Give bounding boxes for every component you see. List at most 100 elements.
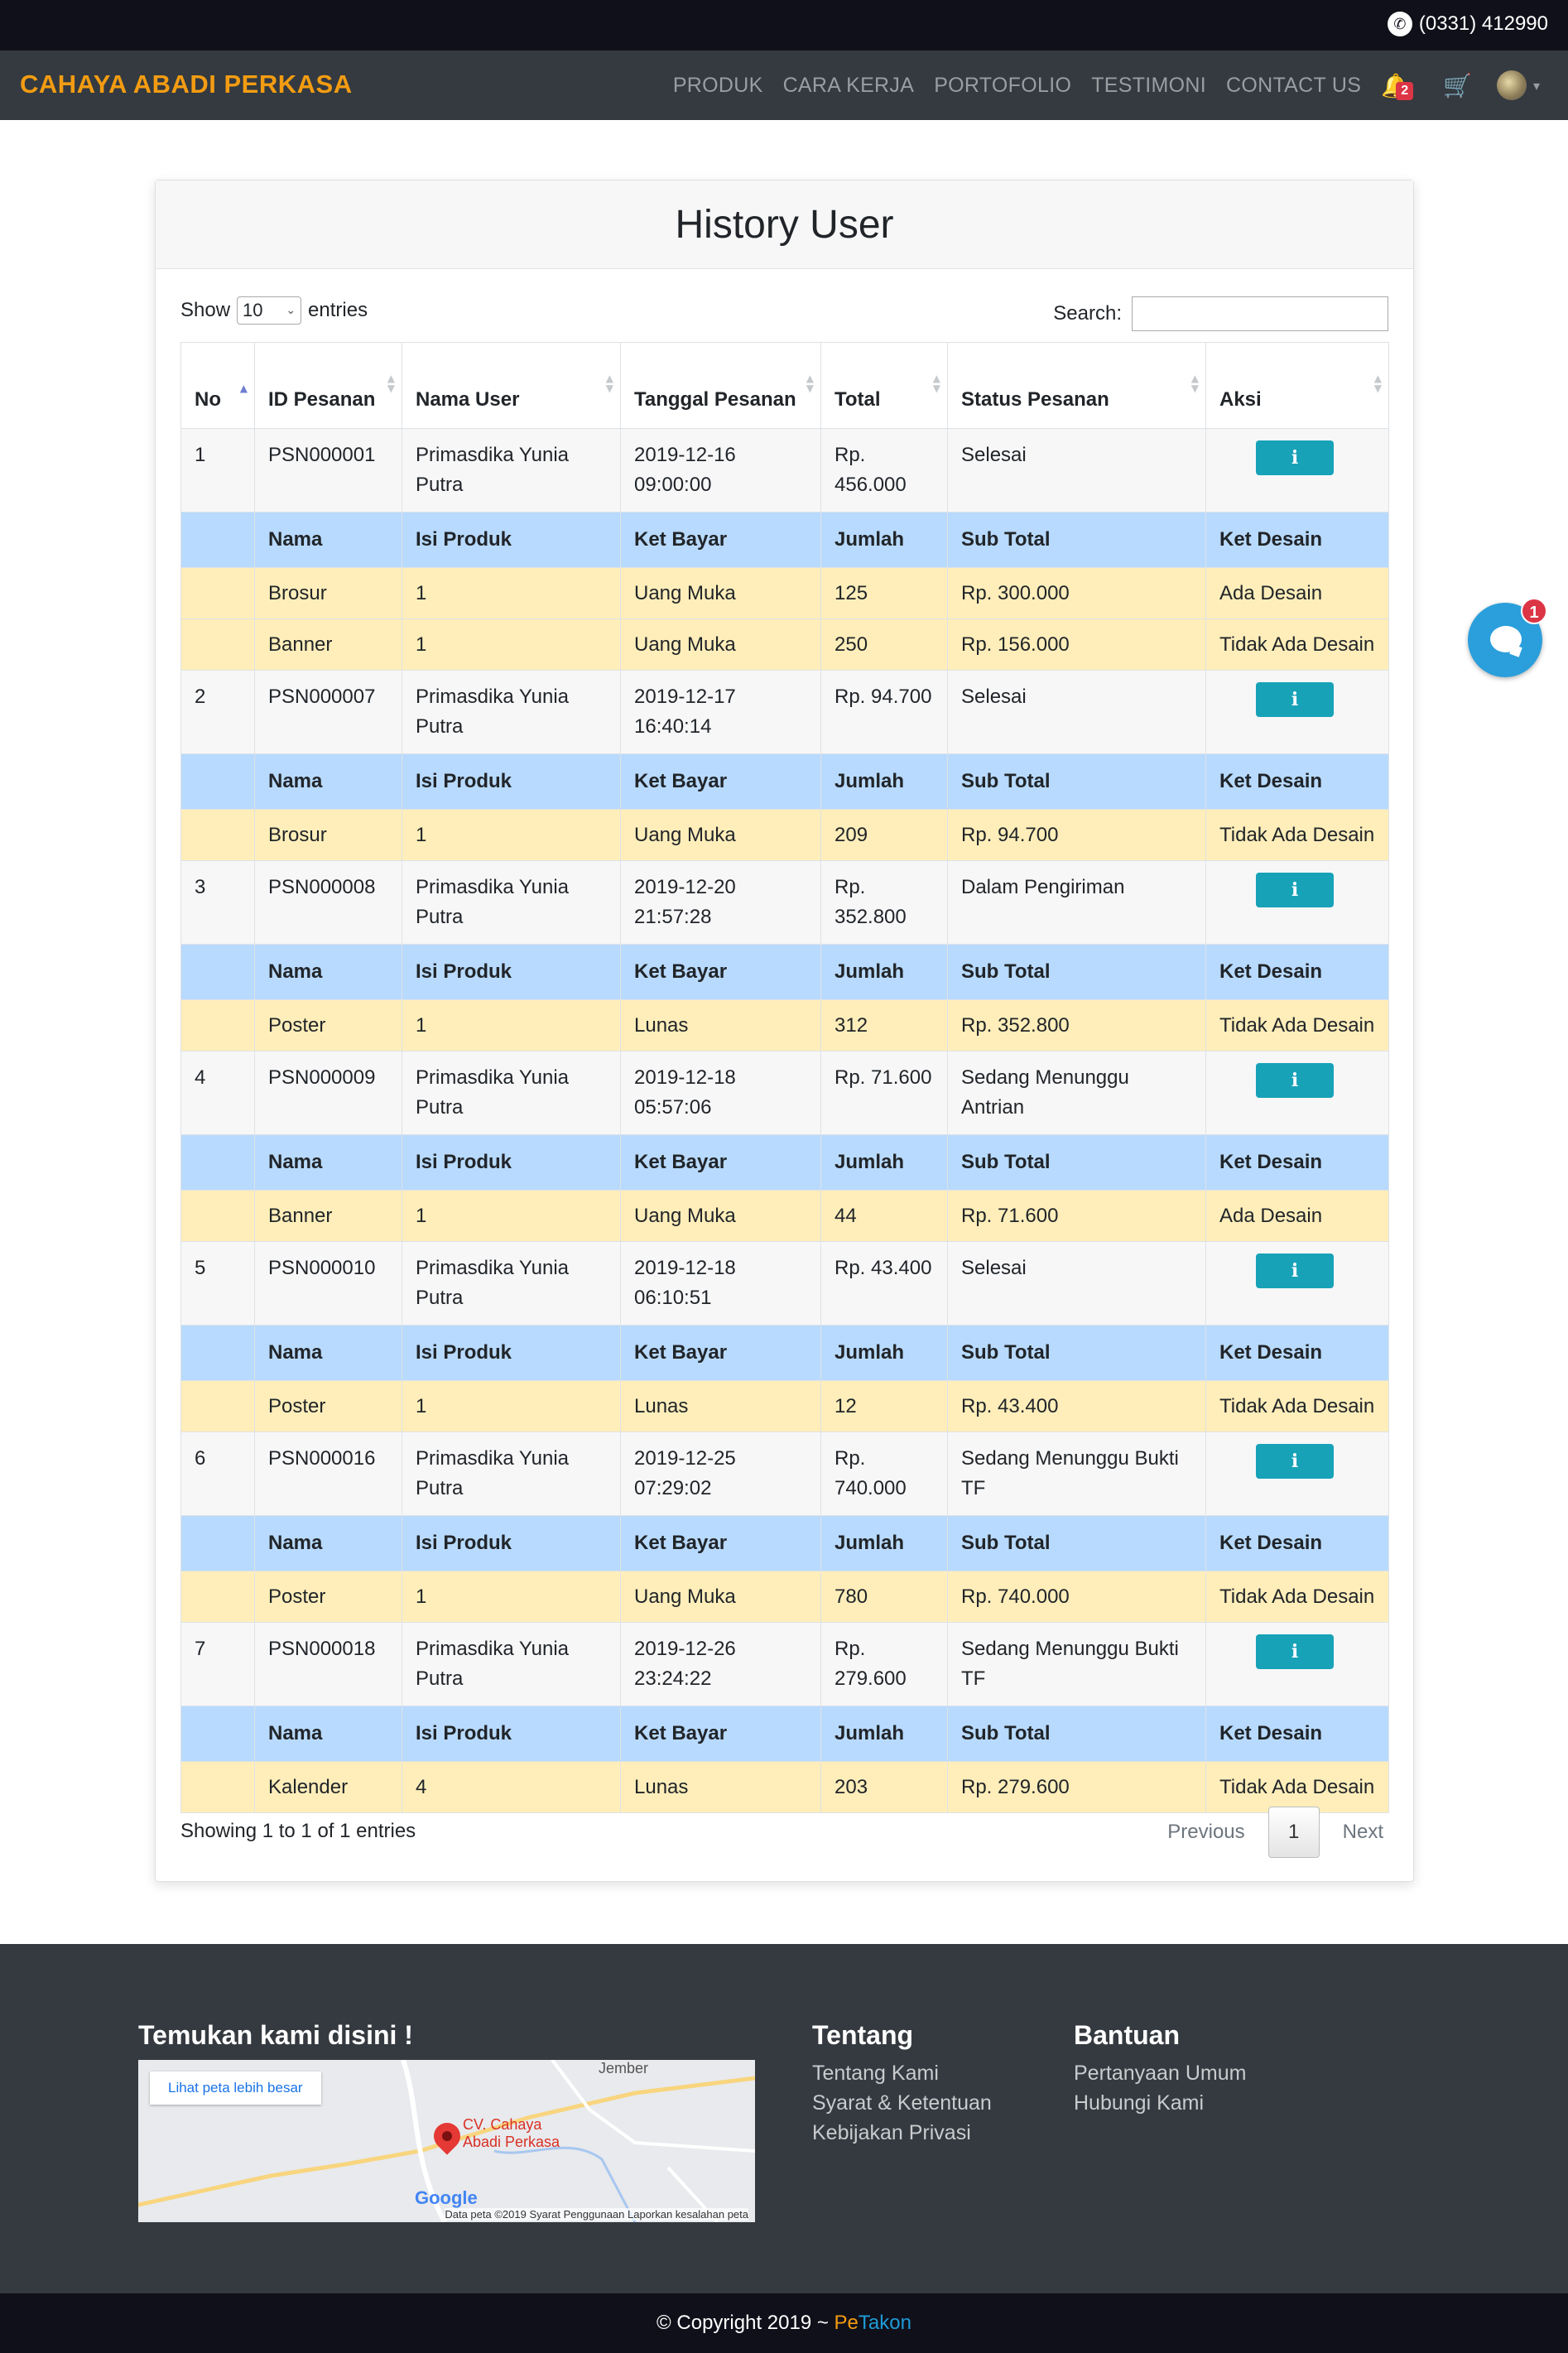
header-status-pesanan[interactable]: Status Pesanan ▲ ▼ (947, 342, 1206, 429)
cell-no: 4 (180, 1051, 255, 1135)
navbar: CAHAYA ABADI PERKASA PRODUK CARA KERJA P… (0, 51, 1568, 120)
header-no[interactable]: No ▲ (180, 342, 255, 429)
nav-testimoni[interactable]: TESTIMONI (1091, 74, 1206, 98)
item-jumlah: 12 (820, 1380, 948, 1432)
sub-header-cell: Jumlah (820, 1706, 948, 1762)
map-google-logo: Google (415, 2187, 478, 2208)
copyright-brand-pe[interactable]: Pe (835, 2312, 859, 2334)
sub-header-cell: Nama (254, 1706, 402, 1762)
footer-link-tentang-kami[interactable]: Tentang Kami (812, 2062, 939, 2086)
cell-tanggal: 2019-12-18 05:57:06 (620, 1051, 821, 1135)
item-ket-desain: Tidak Ada Desain (1205, 618, 1389, 671)
item-sub-total: Rp. 740.000 (947, 1571, 1206, 1623)
info-button[interactable]: i (1256, 1444, 1334, 1479)
item-ket-bayar: Uang Muka (620, 1571, 821, 1623)
sub-header-cell: Sub Total (947, 753, 1206, 810)
table-info: Showing 1 to 1 of 1 entries (180, 1820, 416, 1842)
phone-contact[interactable]: ✆ (0331) 412990 (1387, 12, 1548, 36)
nav-produk[interactable]: PRODUK (673, 74, 763, 98)
footer-link-syarat[interactable]: Syarat & Ketentuan (812, 2091, 992, 2115)
info-button[interactable]: i (1256, 1063, 1334, 1098)
item-isi-produk: 1 (402, 1380, 621, 1432)
item-ket-desain: Tidak Ada Desain (1205, 1571, 1389, 1623)
nav-contact-us[interactable]: CONTACT US (1226, 74, 1361, 98)
header-id-pesanan[interactable]: ID Pesanan ▲ ▼ (254, 342, 402, 429)
sub-header-cell: Ket Bayar (620, 512, 821, 568)
item-sub-total: Rp. 300.000 (947, 567, 1206, 619)
cart-icon[interactable]: 🛒 (1443, 72, 1472, 99)
sort-icon: ▲ (239, 383, 248, 394)
chat-widget-button[interactable]: 1 (1468, 598, 1547, 677)
avatar[interactable] (1496, 70, 1527, 100)
item-spacer (180, 809, 255, 861)
pagination-previous[interactable]: Previous (1167, 1821, 1244, 1844)
caret-down-icon[interactable]: ▾ (1533, 78, 1540, 94)
item-header-row: Nama Isi Produk Ket Bayar Jumlah Sub Total Ke… (180, 512, 1389, 568)
brand-logo[interactable]: CAHAYA ABADI PERKASA (20, 70, 353, 99)
cell-id-pesanan: PSN000009 (254, 1051, 402, 1135)
footer-link-pertanyaan[interactable]: Pertanyaan Umum (1074, 2062, 1246, 2086)
header-nama-user[interactable]: Nama User ▲ ▼ (402, 342, 621, 429)
cell-aksi: i (1205, 1051, 1389, 1135)
sub-header-cell: Ket Desain (1205, 944, 1389, 1000)
info-button[interactable]: i (1256, 682, 1334, 717)
table-row: 7 PSN000018 Primasdika Yunia Putra 2019-12-… (180, 1622, 1389, 1706)
sub-header-cell: Jumlah (820, 512, 948, 568)
search-input[interactable] (1132, 296, 1388, 331)
pagination-page-1[interactable]: 1 (1267, 1807, 1320, 1858)
cell-total: Rp. 94.700 (820, 670, 948, 754)
header-aksi[interactable]: Aksi ▲ ▼ (1205, 342, 1389, 429)
page-title: History User (156, 180, 1413, 269)
info-button[interactable]: i (1256, 440, 1334, 475)
table-row: 3 PSN000008 Primasdika Yunia Putra 2019-12-… (180, 860, 1389, 945)
map-embed[interactable]: Jember Lihat peta lebih besar CV. Cahaya… (138, 2060, 755, 2222)
help-title: Bantuan (1074, 2020, 1180, 2050)
cell-id-pesanan: PSN000016 (254, 1432, 402, 1516)
table-header-row: No ▲ ID Pesanan ▲ ▼ Nama User ▲ ▼ Tanggal Pes… (180, 342, 1389, 429)
map-larger-link[interactable]: Lihat peta lebih besar (150, 2072, 321, 2105)
item-jumlah: 44 (820, 1190, 948, 1242)
header-total[interactable]: Total ▲ ▼ (820, 342, 948, 429)
nav-cara-kerja[interactable]: CARA KERJA (783, 74, 915, 98)
item-ket-desain: Tidak Ada Desain (1205, 1761, 1389, 1813)
footer-link-kebijakan[interactable]: Kebijakan Privasi (812, 2121, 971, 2145)
phone-icon: ✆ (1387, 12, 1412, 36)
cell-status: Selesai (947, 1241, 1206, 1326)
header-tanggal-pesanan[interactable]: Tanggal Pesanan ▲ ▼ (620, 342, 821, 429)
cell-total: Rp. 71.600 (820, 1051, 948, 1135)
cell-nama-user: Primasdika Yunia Putra (402, 1432, 621, 1516)
info-button[interactable]: i (1256, 1634, 1334, 1669)
item-jumlah: 312 (820, 999, 948, 1051)
cell-id-pesanan: PSN000018 (254, 1622, 402, 1706)
sub-header-cell: Nama (254, 1134, 402, 1191)
nav-portofolio[interactable]: PORTOFOLIO (934, 74, 1071, 98)
footer-link-hubungi[interactable]: Hubungi Kami (1074, 2091, 1204, 2115)
sub-header-cell: Jumlah (820, 944, 948, 1000)
cell-aksi: i (1205, 860, 1389, 945)
cell-no: 6 (180, 1432, 255, 1516)
item-nama: Brosur (254, 809, 402, 861)
notification-badge: 2 (1396, 81, 1414, 100)
show-label: Show (180, 299, 231, 321)
item-jumlah: 203 (820, 1761, 948, 1813)
item-header-row: Nama Isi Produk Ket Bayar Jumlah Sub Total Ke… (180, 1515, 1389, 1571)
sub-header-cell: Ket Bayar (620, 1515, 821, 1571)
chat-bubble-tail (1509, 644, 1522, 657)
bell-icon[interactable]: 🔔2 (1381, 72, 1414, 100)
cell-status: Sedang Menunggu Bukti TF (947, 1622, 1206, 1706)
pagination-next[interactable]: Next (1343, 1821, 1383, 1844)
map-attribution: Data peta ©2019 Syarat Penggunaan Lapork… (445, 2208, 748, 2221)
sub-header-cell: Ket Bayar (620, 1134, 821, 1191)
info-button[interactable]: i (1256, 873, 1334, 907)
entries-select[interactable]: 10 ⌄ (237, 296, 302, 325)
about-title: Tentang (812, 2020, 914, 2050)
item-ket-desain: Tidak Ada Desain (1205, 809, 1389, 861)
cell-id-pesanan: PSN000007 (254, 670, 402, 754)
sub-header-cell: Nama (254, 512, 402, 568)
sort-icon: ▲ ▼ (932, 373, 940, 394)
copyright-brand-takon[interactable]: Takon (859, 2312, 911, 2334)
cell-nama-user: Primasdika Yunia Putra (402, 1051, 621, 1135)
cell-aksi: i (1205, 1241, 1389, 1326)
cell-tanggal: 2019-12-26 23:24:22 (620, 1622, 821, 1706)
info-button[interactable]: i (1256, 1253, 1334, 1288)
